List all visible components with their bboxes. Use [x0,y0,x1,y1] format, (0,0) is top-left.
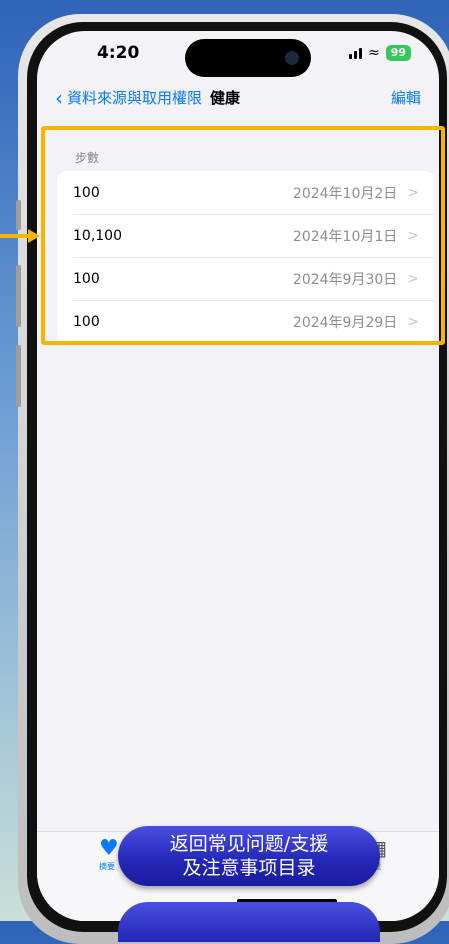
chevron-right-icon: > [407,184,419,201]
action-button [16,200,21,230]
pointer-arrow [0,234,30,238]
chevron-left-icon: ‹ [55,85,63,110]
secondary-overlay-button[interactable] [118,902,380,942]
step-value: 100 [73,313,100,330]
step-value: 100 [73,270,100,287]
step-date: 2024年9月29日 [292,314,398,331]
steps-list: 100 2024年10月2日 > 10,100 2024年10月1日 > 100… [57,171,435,343]
wifi-icon: ≈ [367,45,380,61]
return-to-faq-button[interactable]: 返回常见问题/支援 及注意事项目录 [118,826,380,886]
list-item[interactable]: 100 2024年9月29日 > [57,300,435,343]
signal-icon [348,47,362,59]
return-button-line2: 及注意事项目录 [182,857,316,879]
list-item[interactable]: 10,100 2024年10月1日 > [57,214,435,257]
battery-icon: 99 [385,45,411,61]
section-header: 步數 [75,151,100,165]
list-item[interactable]: 100 2024年10月2日 > [57,171,435,214]
step-date: 2024年10月2日 [292,185,398,202]
edit-button[interactable]: 編輯 [391,87,421,108]
navigation-bar: ‹ 資料來源與取用權限 健康 編輯 [37,83,439,113]
back-label: 資料來源與取用權限 [67,89,203,107]
phone-screen: 4:20 ≈ 99 ‹ 資料來源與取用權限 健康 編輯 步數 100 2024年… [37,31,439,921]
back-button[interactable]: ‹ 資料來源與取用權限 健康 [55,87,240,108]
return-button-line1: 返回常见问题/支援 [169,833,329,855]
status-icons: ≈ 99 [348,45,411,61]
volume-down-button [16,345,21,407]
step-date: 2024年10月1日 [292,228,398,245]
chevron-right-icon: > [407,270,419,287]
arrow-head-icon [28,229,40,243]
volume-up-button [16,265,21,327]
heart-icon[interactable]: ♥ [99,836,119,861]
tab-summary-label[interactable]: 摘要 [99,861,115,872]
dynamic-island [185,39,311,77]
step-value: 100 [73,184,100,201]
step-date: 2024年9月30日 [292,271,398,288]
page-title: 健康 [210,89,241,107]
step-value: 10,100 [73,227,122,244]
status-time: 4:20 [97,43,140,63]
chevron-right-icon: > [407,227,419,244]
list-item[interactable]: 100 2024年9月30日 > [57,257,435,300]
chevron-right-icon: > [407,313,419,330]
camera-icon [285,51,299,65]
